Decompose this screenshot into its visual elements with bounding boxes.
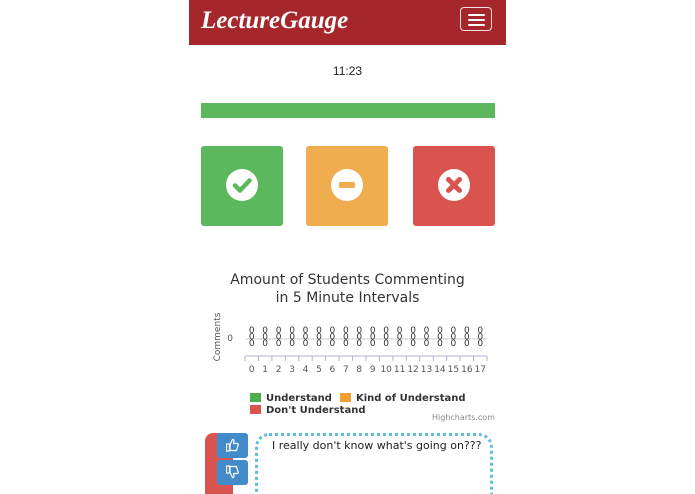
x-tick-label: 0 <box>249 365 255 375</box>
legend-swatch <box>250 393 261 402</box>
check-circle-icon <box>226 169 258 201</box>
data-label: 0 <box>289 339 295 349</box>
data-label: 0 <box>424 339 430 349</box>
dont-understand-button[interactable] <box>413 146 495 226</box>
comment-card: I really don't know what's going on??? <box>255 433 493 494</box>
x-tick-label: 17 <box>475 365 486 375</box>
data-label: 0 <box>477 339 483 349</box>
x-tick-label: 14 <box>434 365 446 375</box>
comment-text: I really don't know what's going on??? <box>272 439 482 452</box>
data-label: 0 <box>437 339 443 349</box>
x-tick-label: 8 <box>356 365 362 375</box>
y-axis-title: Comments <box>213 312 223 361</box>
data-label: 0 <box>330 339 336 349</box>
data-label: 0 <box>370 339 376 349</box>
x-tick-label: 11 <box>394 365 405 375</box>
data-label: 0 <box>316 339 322 349</box>
data-label: 0 <box>410 339 416 349</box>
x-tick-label: 12 <box>407 365 418 375</box>
x-tick-label: 7 <box>343 365 349 375</box>
legend-item-dont-understand[interactable]: Don't Understand <box>250 405 365 416</box>
data-label: 0 <box>397 339 403 349</box>
downvote-button[interactable] <box>217 460 248 485</box>
x-tick-label: 16 <box>461 365 473 375</box>
data-label: 0 <box>249 339 255 349</box>
brand-logo[interactable]: LectureGauge <box>201 5 348 37</box>
x-tick-label: 4 <box>303 365 309 375</box>
x-tick-label: 6 <box>330 365 336 375</box>
x-tick-label: 1 <box>262 365 268 375</box>
chart-credit-link[interactable]: Highcharts.com <box>432 413 495 422</box>
data-label: 0 <box>262 339 268 349</box>
session-progress-bar <box>201 103 495 118</box>
kind-of-understand-button[interactable] <box>306 146 388 226</box>
data-label: 0 <box>276 339 282 349</box>
data-label: 0 <box>464 339 470 349</box>
legend-swatch <box>340 393 351 402</box>
understand-button[interactable] <box>201 146 283 226</box>
thumbs-up-icon <box>226 438 239 452</box>
session-clock: 11:23 <box>332 64 363 78</box>
legend-item-understand[interactable]: Understand <box>250 393 332 404</box>
x-tick-label: 2 <box>276 365 282 375</box>
chart-title-line-2: in 5 Minute Intervals <box>275 290 420 306</box>
x-tick-label: 10 <box>380 365 392 375</box>
data-label: 0 <box>383 339 389 349</box>
thumbs-down-icon <box>226 465 239 479</box>
chart-title: Amount of Students Commenting in 5 Minut… <box>189 271 506 307</box>
app-container: LectureGauge 11:23 Amount of Students Co… <box>189 0 506 494</box>
data-label: 0 <box>356 339 362 349</box>
progress-fill <box>201 103 495 118</box>
x-tick-label: 5 <box>316 365 322 375</box>
hamburger-icon <box>468 14 485 16</box>
data-label: 0 <box>303 339 309 349</box>
y-tick-label: 0 <box>227 334 233 344</box>
navbar: LectureGauge <box>189 0 506 45</box>
menu-toggle-button[interactable] <box>460 7 492 31</box>
x-tick-label: 15 <box>448 365 459 375</box>
x-tick-label: 3 <box>289 365 295 375</box>
legend-item-kind-of-understand[interactable]: Kind of Understand <box>340 393 466 404</box>
legend-swatch <box>250 405 261 414</box>
x-tick-label: 9 <box>370 365 376 375</box>
x-tick-label: 13 <box>421 365 432 375</box>
data-label: 0 <box>451 339 457 349</box>
x-circle-icon <box>438 169 470 201</box>
chart-title-line-1: Amount of Students Commenting <box>230 272 465 288</box>
data-label: 0 <box>343 339 349 349</box>
upvote-button[interactable] <box>217 433 248 458</box>
comments-chart: Comments 00000100020003000400050006000700… <box>213 312 488 375</box>
minus-circle-icon <box>331 169 363 201</box>
